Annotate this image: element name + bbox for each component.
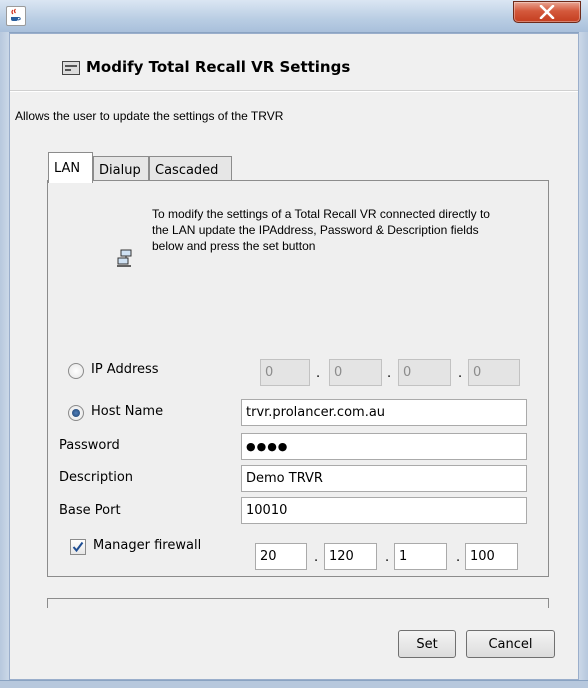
host-name-radio[interactable]	[68, 405, 84, 421]
set-button[interactable]: Set	[398, 630, 456, 658]
ip-separator: .	[385, 550, 390, 565]
lan-tab-panel: To modify the settings of a Total Recall…	[47, 180, 549, 577]
password-field[interactable]: ●●●●	[241, 433, 527, 460]
window-title-bar	[0, 0, 588, 33]
ip-octet-1-field[interactable]: 0	[260, 359, 310, 386]
description-label: Description	[59, 470, 134, 485]
firewall-octet-2-field[interactable]: 120	[324, 543, 377, 570]
firewall-octet-1-field[interactable]: 20	[255, 543, 307, 570]
firewall-octet-3-field[interactable]: 1	[394, 543, 447, 570]
settings-panel-icon	[62, 61, 80, 75]
firewall-octet-4-field[interactable]: 100	[465, 543, 518, 570]
dialog-body: Modify Total Recall VR Settings Allows t…	[9, 33, 579, 680]
base-port-field[interactable]: 10010	[241, 497, 527, 524]
password-label: Password	[59, 438, 120, 453]
host-name-label: Host Name	[91, 404, 164, 419]
tab-lan[interactable]: LAN	[48, 152, 93, 183]
cancel-button[interactable]: Cancel	[466, 630, 555, 658]
lower-group-panel	[47, 598, 549, 608]
dialog-title: Modify Total Recall VR Settings	[86, 58, 351, 76]
manager-firewall-label: Manager firewall	[93, 538, 202, 553]
ip-address-radio[interactable]	[68, 363, 84, 379]
ip-separator: .	[316, 366, 321, 381]
ip-octet-2-field[interactable]: 0	[329, 359, 382, 386]
ip-address-label: IP Address	[91, 362, 159, 377]
tab-cascaded[interactable]: Cascaded	[149, 156, 232, 182]
ip-separator: .	[456, 550, 461, 565]
close-button[interactable]	[513, 1, 581, 23]
close-icon	[539, 5, 555, 19]
base-port-label: Base Port	[59, 503, 121, 518]
ip-octet-3-field[interactable]: 0	[398, 359, 451, 386]
checkmark-icon	[72, 541, 84, 553]
ip-octet-4-field[interactable]: 0	[468, 359, 520, 386]
network-computers-icon	[117, 249, 132, 267]
window-frame-right	[579, 32, 588, 682]
ip-separator: .	[314, 550, 319, 565]
lan-instructions: To modify the settings of a Total Recall…	[152, 207, 490, 253]
java-cup-icon[interactable]	[6, 6, 26, 26]
description-field[interactable]: Demo TRVR	[241, 465, 527, 492]
host-name-field[interactable]: trvr.prolancer.com.au	[241, 399, 527, 426]
tab-dialup[interactable]: Dialup	[93, 156, 149, 182]
ip-separator: .	[387, 366, 392, 381]
manager-firewall-checkbox[interactable]	[70, 539, 86, 555]
ip-separator: .	[458, 366, 463, 381]
dialog-description: Allows the user to update the settings o…	[15, 109, 284, 123]
header-divider	[10, 90, 578, 92]
window-frame-left	[0, 32, 9, 682]
